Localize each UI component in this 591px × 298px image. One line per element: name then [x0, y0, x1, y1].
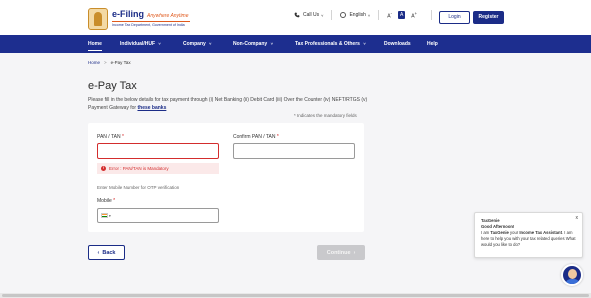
nav-item-individual-huf[interactable]: Individual/HUF ˅: [120, 35, 161, 53]
breadcrumb: Home > e-Pay Tax: [88, 60, 131, 65]
logo-department: Income Tax Department, Government of Ind…: [112, 23, 185, 28]
divider: [378, 10, 380, 20]
chevron-right-icon: ›: [353, 249, 356, 256]
chevron-down-icon: ˅: [363, 41, 366, 46]
mandatory-note: * Indicates the mandatory fields: [294, 113, 357, 118]
nav-item-company[interactable]: Company ˅: [183, 35, 212, 53]
close-icon[interactable]: x: [576, 215, 579, 221]
chevron-down-icon[interactable]: ▾: [109, 214, 111, 218]
logo-tagline: Anywhere Anytime: [147, 13, 189, 20]
scrollbar-thumb[interactable]: [2, 294, 589, 297]
call-us-menu[interactable]: Call Us ˅: [294, 12, 323, 18]
chevron-down-icon: ˅: [367, 12, 371, 18]
india-flag-icon[interactable]: [101, 213, 108, 218]
pay-tax-form: PAN / TAN * Confirm PAN / TAN * ! Error …: [88, 123, 364, 232]
language-label: English: [349, 12, 366, 18]
chevron-down-icon: ˅: [158, 41, 161, 46]
main-nav: Home Individual/HUF ˅ Company ˅ Non-Comp…: [0, 35, 591, 53]
call-us-label: Call Us: [303, 12, 320, 18]
taxgenie-chat-popup[interactable]: x TaxGenie Good Afternoon! I am TaxGenie…: [474, 212, 583, 258]
nav-item-downloads[interactable]: Downloads: [384, 35, 411, 53]
confirm-pan-label: Confirm PAN / TAN *: [233, 134, 279, 140]
pan-input[interactable]: [97, 143, 219, 159]
logo-divider: [112, 21, 190, 23]
top-utility-links: Call Us ˅ English ˅ A- A A+: [294, 10, 447, 20]
language-selector[interactable]: English ˅: [340, 12, 370, 18]
pan-error-message: ! Error : PAN/TAN is Mandatory: [97, 163, 219, 174]
emblem-icon: [88, 8, 108, 30]
page-title: e-Pay Tax: [88, 80, 137, 92]
pan-label: PAN / TAN *: [97, 134, 124, 140]
divider: [331, 10, 333, 20]
confirm-pan-input[interactable]: [233, 143, 355, 159]
nav-item-home[interactable]: Home: [88, 35, 102, 53]
continue-button[interactable]: Continue ›: [317, 245, 365, 260]
login-button[interactable]: Login: [439, 11, 470, 24]
top-header: e-Filing Anywhere Anytime Income Tax Dep…: [0, 0, 591, 35]
horizontal-scrollbar[interactable]: [0, 293, 591, 298]
breadcrumb-home[interactable]: Home: [88, 60, 100, 65]
otp-note: Enter Mobile Number for OTP verification: [97, 185, 180, 190]
nav-item-tax-professionals[interactable]: Tax Professionals & Others ˅: [295, 35, 366, 53]
nav-item-non-company[interactable]: Non-Company ˅: [233, 35, 273, 53]
chevron-down-icon: ˅: [270, 41, 273, 46]
chevron-down-icon: ˅: [321, 12, 324, 18]
error-icon: !: [101, 166, 106, 171]
chat-message: I am TaxGenie your Income Tax Assistant.…: [481, 230, 576, 247]
phone-icon: [294, 12, 300, 18]
font-normal-button[interactable]: A: [397, 11, 406, 19]
font-decrease-button[interactable]: A-: [387, 11, 392, 20]
nav-item-help[interactable]: Help: [427, 35, 438, 53]
efiling-logo[interactable]: e-Filing Anywhere Anytime Income Tax Dep…: [88, 8, 190, 30]
chevron-left-icon: ‹: [97, 249, 100, 256]
breadcrumb-current: e-Pay Tax: [110, 60, 131, 65]
mobile-label: Mobile *: [97, 198, 116, 204]
logo-title: e-Filing: [112, 9, 144, 20]
breadcrumb-separator: >: [104, 60, 107, 65]
chatbot-avatar-icon[interactable]: [561, 264, 583, 286]
font-size-controls: A- A A+: [387, 11, 423, 20]
these-banks-link[interactable]: these banks: [137, 105, 166, 111]
back-button[interactable]: ‹ Back: [88, 245, 125, 260]
mobile-input[interactable]: ▾: [97, 208, 219, 223]
font-increase-button[interactable]: A+: [411, 11, 417, 20]
divider: [431, 10, 433, 20]
chevron-down-icon: ˅: [209, 41, 212, 46]
register-button[interactable]: Register: [473, 11, 504, 24]
globe-icon: [340, 12, 347, 18]
page-description: Please fill in the below details for tax…: [88, 97, 368, 111]
